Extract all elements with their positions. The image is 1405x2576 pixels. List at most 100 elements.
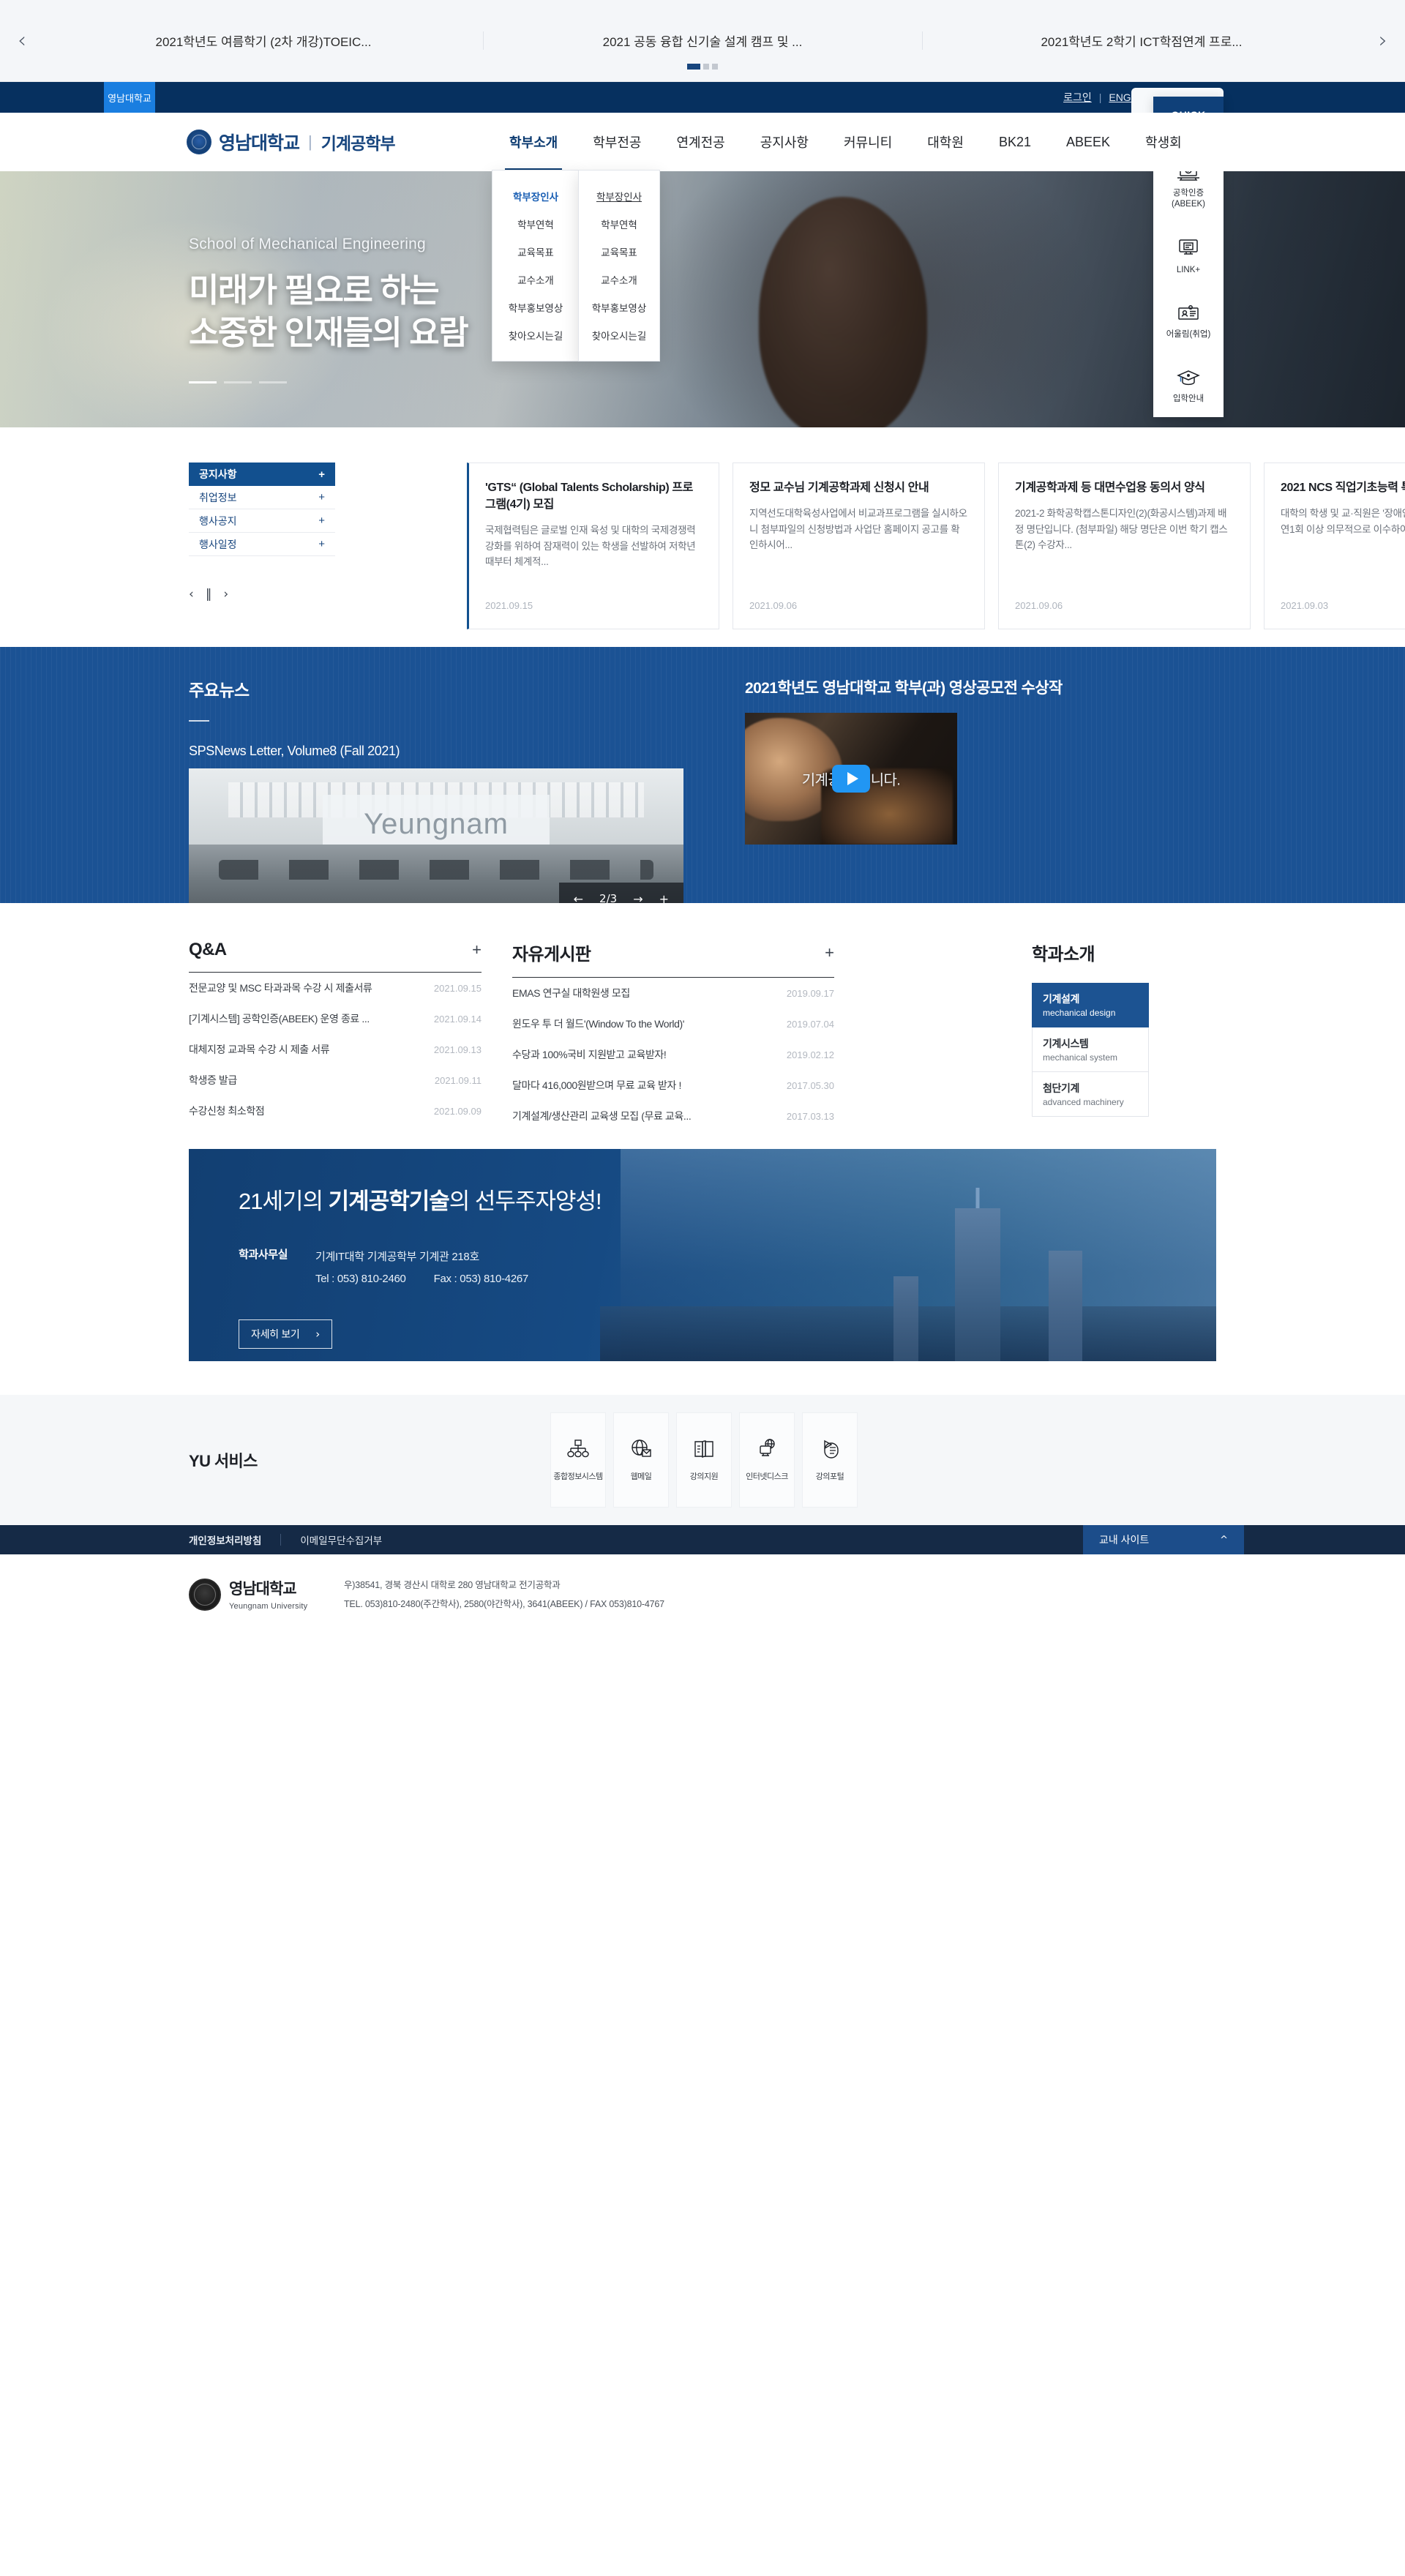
cta-headline: 21세기의 기계공학기술의 선두주자양성! [239, 1183, 602, 1216]
photo-zoom-icon[interactable]: + [659, 892, 669, 904]
board-row-title: 달마다 416,000원받으며 무료 교육 받자 ! [512, 1079, 681, 1091]
quick-item-link-plus[interactable]: LINK+ [1153, 223, 1224, 289]
board-row[interactable]: EMAS 연구실 대학원생 모집 2019.09.17 [512, 978, 834, 1008]
dropdown-item-directions[interactable]: 찾아오시는길 [492, 321, 579, 349]
university-link[interactable]: 영남대학교 [104, 82, 155, 113]
hero-dash-1[interactable] [189, 381, 217, 384]
quick-item-admissions[interactable]: 입학안내 [1153, 353, 1224, 418]
yu-service-item-gangui-portal[interactable]: 강의포털 [802, 1412, 858, 1508]
dropdown2-item-directions[interactable]: 찾아오시는길 [579, 321, 659, 349]
dropdown2-item-hakbuyeonhyeok[interactable]: 학부연혁 [579, 210, 659, 238]
notice-card[interactable]: 2021 NCS 직업기초능력 특강 대학의 학생 및 교·직원은 '장애인식개… [1264, 463, 1405, 629]
hero-dash-3[interactable] [259, 381, 287, 384]
campus-site-selector[interactable]: 교내 사이트 ^ [1083, 1525, 1244, 1554]
nav-item-yeongyejeongong[interactable]: 연계전공 [659, 113, 743, 171]
notice-card[interactable]: 정모 교수님 기계공학과제 신청시 안내 지역선도대학육성사업에서 비교과프로그… [733, 463, 985, 629]
board-row-title: 수강신청 최소학점 [189, 1105, 265, 1117]
privacy-policy-link[interactable]: 개인정보처리방침 [189, 1532, 261, 1547]
notice-card[interactable]: 'GTS“ (Global Talents Scholarship) 프로그램(… [467, 463, 719, 629]
department-item-en: mechanical design [1043, 1008, 1116, 1018]
portal-mouse-icon [824, 1439, 839, 1459]
board-row[interactable]: 학생증 발급 2021.09.11 [189, 1065, 482, 1096]
footer-info: 영남대학교 Yeungnam University 우)38541, 경북 경산… [0, 1554, 1405, 1635]
nav-item-gongjisahang[interactable]: 공지사항 [743, 113, 826, 171]
quick-item-label: 입학안내 [1172, 394, 1204, 403]
yu-service-item-internet-disk[interactable]: 인터넷디스크 [739, 1412, 795, 1508]
nav-item-daehagwon[interactable]: 대학원 [910, 113, 981, 171]
yu-service-label: 강의지원 [689, 1472, 719, 1481]
university-seal-icon [187, 130, 211, 154]
quick-item-eoullim[interactable]: 어울림(취업) [1153, 289, 1224, 353]
dropdown-item-gyosusogae[interactable]: 교수소개 [492, 266, 579, 293]
board-row[interactable]: [기계시스템] 공학인증(ABEEK) 운영 종료 ... 2021.09.14 [189, 1003, 482, 1034]
news-photo-slider[interactable]: Yeungnam ← 2/3 → + [189, 768, 683, 903]
brand-logo[interactable]: 영남대학교 | 기계공학부 [187, 129, 396, 155]
nav-item-haksaenghoe[interactable]: 학생회 [1128, 113, 1199, 171]
dropdown-item-hakbuyeonhyeok[interactable]: 학부연혁 [492, 210, 579, 238]
dropdown-item-hongbo-video[interactable]: 학부홍보영상 [492, 293, 579, 321]
ticker-dot-1[interactable] [687, 64, 700, 70]
board-row[interactable]: 기계설계/생산관리 교육생 모집 (무료 교육... 2017.03.13 [512, 1101, 834, 1131]
cta-detail-button[interactable]: 자세히 보기 › [239, 1319, 332, 1349]
photo-prev-icon[interactable]: ← [574, 892, 583, 904]
hero-dash-2[interactable] [224, 381, 252, 384]
yu-service-item-webmail[interactable]: 웹메일 [613, 1412, 669, 1508]
ticker-dot-2[interactable] [703, 64, 709, 70]
notice-tab-haengsailjeong[interactable]: 행사일정 + [189, 533, 335, 556]
board-row[interactable]: 윈도우 투 더 월드'(Window To the World)' 2019.0… [512, 1008, 834, 1039]
yu-service-item-gangui-jiwon[interactable]: 강의지원 [676, 1412, 732, 1508]
dropdown-item-hakbujanginsa[interactable]: 학부장인사 [492, 182, 579, 210]
ticker-item[interactable]: 2021 공동 융합 신기술 설계 캠프 및 ... [483, 31, 922, 50]
notice-card-desc: 2021-2 화학공학캡스톤디자인(2)(화공시스템)과제 배정 명단입니다. … [1015, 508, 1228, 551]
notice-tab-haengsagongji[interactable]: 행사공지 + [189, 509, 335, 533]
nav-item-bk21[interactable]: BK21 [981, 113, 1049, 171]
board-row[interactable]: 수당과 100%국비 지원받고 교육받자! 2019.02.12 [512, 1039, 834, 1070]
notice-tab-chwieopjeongbo[interactable]: 취업정보 + [189, 486, 335, 509]
carousel-pause-icon[interactable]: ‖ [206, 587, 212, 602]
play-icon[interactable] [832, 765, 870, 793]
ticker-dot-3[interactable] [712, 64, 718, 70]
carousel-next-icon[interactable]: › [223, 587, 228, 602]
login-link[interactable]: 로그인 [1063, 90, 1092, 105]
department-item-mechanical-system[interactable]: 기계시스템 mechanical system [1032, 1027, 1149, 1072]
nav-item-hakbusogae[interactable]: 학부소개 [492, 113, 575, 171]
department-item-mechanical-design[interactable]: 기계설계 mechanical design [1032, 983, 1149, 1027]
board-row-date: 2017.05.30 [786, 1079, 834, 1091]
yu-service-label: 웹메일 [630, 1472, 652, 1481]
ticker-prev-icon[interactable]: ‹ [0, 29, 44, 52]
footer-bar: 개인정보처리방침 이메일무단수집거부 교내 사이트 ^ [0, 1525, 1405, 1554]
ticker-item[interactable]: 2021학년도 2학기 ICT학점연계 프로... [922, 31, 1361, 50]
board-qna: Q&A + 전문교양 및 MSC 타과과목 수강 시 제출서류 2021.09.… [189, 940, 482, 1126]
carousel-prev-icon[interactable]: ‹ [189, 587, 194, 602]
photo-next-icon[interactable]: → [633, 892, 642, 904]
dropdown2-item-hakbujanginsa[interactable]: 학부장인사 [579, 182, 659, 210]
cta-tel: Tel : 053) 810-2460 [315, 1273, 406, 1285]
notice-card-title: 'GTS“ (Global Talents Scholarship) 프로그램(… [485, 482, 693, 512]
nav-item-community[interactable]: 커뮤니티 [826, 113, 910, 171]
ticker-item[interactable]: 2021학년도 여름학기 (2차 개강)TOEIC... [44, 31, 483, 50]
news-video-thumbnail[interactable]: 기계공학 입니다. [745, 713, 957, 845]
nav-item-abeek[interactable]: ABEEK [1049, 113, 1128, 171]
dropdown2-item-hongbo-video[interactable]: 학부홍보영상 [579, 293, 659, 321]
open-book-icon [694, 1440, 713, 1459]
email-reject-link[interactable]: 이메일무단수집거부 [300, 1532, 382, 1547]
notice-tab-gongjisahang[interactable]: 공지사항 + [189, 463, 335, 486]
notice-tab-label: 행사일정 [199, 538, 237, 550]
yu-service-item-jonghap[interactable]: 종합정보시스템 [550, 1412, 606, 1508]
dropdown-item-gyoyukmokpyo[interactable]: 교육목표 [492, 238, 579, 266]
board-row[interactable]: 수강신청 최소학점 2021.09.09 [189, 1096, 482, 1126]
notice-card[interactable]: 기계공학과제 등 대면수업용 동의서 양식 2021-2 화학공학캡스톤디자인(… [998, 463, 1251, 629]
plus-icon[interactable]: + [472, 940, 482, 959]
news-subtitle[interactable]: SPSNews Letter, Volume8 (Fall 2021) [189, 744, 400, 759]
board-row[interactable]: 전문교양 및 MSC 타과과목 수강 시 제출서류 2021.09.15 [189, 973, 482, 1003]
nav-item-hakbujeongong[interactable]: 학부전공 [575, 113, 659, 171]
dropdown2-item-gyoyukmokpyo[interactable]: 교육목표 [579, 238, 659, 266]
notice-card-desc: 국제협력팀은 글로벌 인재 육성 및 대학의 국제경쟁력 강화를 위하여 잠재력… [485, 525, 696, 568]
cta-fax: Fax : 053) 810-4267 [433, 1273, 529, 1285]
board-row[interactable]: 달마다 416,000원받으며 무료 교육 받자 ! 2017.05.30 [512, 1070, 834, 1101]
department-item-advanced-machinery[interactable]: 첨단기계 advanced machinery [1032, 1072, 1149, 1117]
plus-icon[interactable]: + [825, 943, 834, 962]
dropdown2-item-gyosusogae[interactable]: 교수소개 [579, 266, 659, 293]
ticker-next-icon[interactable]: › [1361, 29, 1405, 52]
board-row[interactable]: 대체지정 교과목 수강 시 제출 서류 2021.09.13 [189, 1034, 482, 1065]
